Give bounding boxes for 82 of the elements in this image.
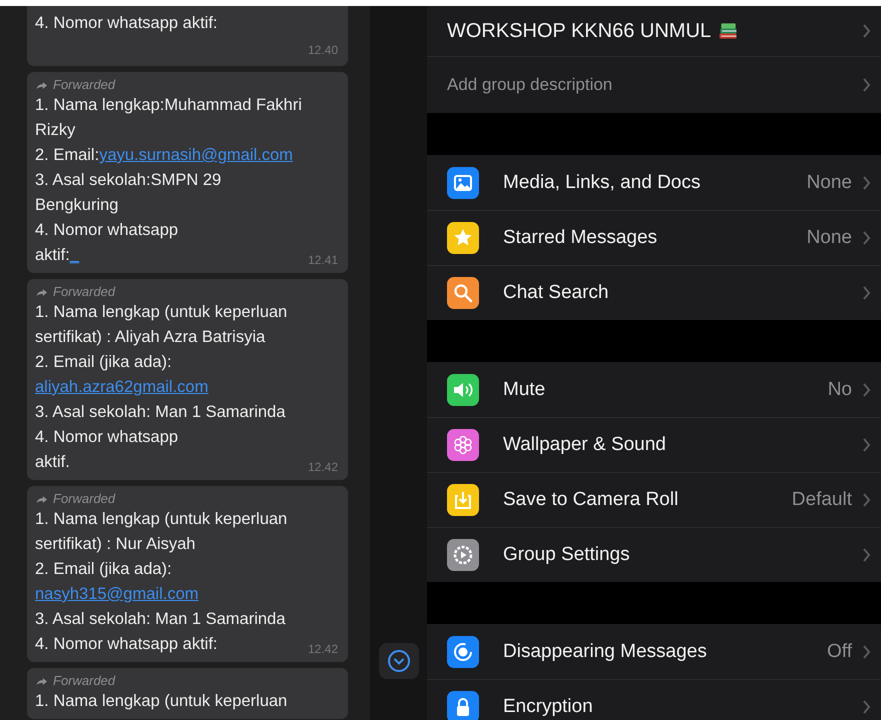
chevron-right-icon — [862, 77, 871, 93]
message-text: 1. Nama lengkap:Muhammad Fakhri — [35, 95, 302, 116]
message-text: 3. Asal sekolah:SMPN 29 — [35, 170, 222, 191]
row-label: Mute — [503, 378, 546, 400]
message-time: 12.40 — [308, 42, 338, 58]
settings-row[interactable]: Save to Camera Roll Default — [427, 472, 881, 527]
download-icon — [447, 484, 479, 516]
timer-icon — [447, 636, 479, 668]
email-link[interactable]: aliyah.azra62gmail.com — [35, 375, 208, 400]
message-text: 3. Asal sekolah: Man 1 Samarinda — [35, 609, 286, 630]
forwarded-label: Forwarded — [53, 491, 116, 507]
search-icon — [447, 277, 479, 309]
row-label: Chat Search — [503, 282, 609, 304]
message-time: 12.41 — [308, 252, 338, 268]
message-text: Bengkuring — [35, 195, 118, 216]
chevron-right-icon — [862, 699, 871, 715]
message-text: 1. Nama lengkap (untuk keperluan — [35, 509, 288, 530]
row-value: None — [806, 172, 852, 194]
message-text: 4. Nomor whatsapp aktif: — [35, 13, 218, 34]
forwarded-label: Forwarded — [53, 673, 116, 689]
message-text: 4. Nomor whatsapp — [35, 220, 178, 241]
group-description-row[interactable]: Add group description — [427, 57, 881, 113]
chevron-right-icon — [862, 382, 871, 398]
forwarded-label: Forwarded — [53, 284, 116, 300]
chevron-right-icon — [862, 644, 871, 660]
message-time: 12.42 — [308, 641, 338, 657]
settings-row[interactable]: Media, Links, and Docs None — [427, 155, 881, 210]
row-label: Encryption — [503, 696, 593, 718]
forwarded-label: Forwarded — [53, 77, 116, 93]
settings-row[interactable]: Encryption — [427, 679, 881, 720]
row-label: Media, Links, and Docs — [503, 172, 700, 194]
forward-arrow-icon — [35, 676, 48, 686]
message-text: 2. Email (jika ada): — [35, 352, 172, 373]
description-placeholder: Add group description — [447, 75, 612, 95]
message-time: 12.42 — [308, 459, 338, 475]
row-label: Save to Camera Roll — [503, 489, 678, 511]
group-name-row[interactable]: WORKSHOP KKN66 UNMUL — [427, 6, 881, 57]
chevron-right-icon — [862, 174, 871, 190]
settings-row[interactable]: Disappearing Messages Off — [427, 624, 881, 679]
chevron-right-icon — [862, 230, 871, 246]
row-label: Group Settings — [503, 544, 630, 566]
message-text: aktif. — [35, 452, 70, 473]
chevron-right-icon — [862, 285, 871, 301]
settings-row[interactable]: Wallpaper & Sound — [427, 417, 881, 472]
settings-row[interactable]: Starred Messages None — [427, 210, 881, 265]
chevron-right-icon — [862, 23, 871, 39]
gear-icon — [447, 539, 479, 571]
chevron-right-icon — [862, 437, 871, 453]
message-text: 1. Nama lengkap (untuk keperluan — [35, 691, 288, 712]
row-label: Starred Messages — [503, 227, 658, 249]
chevron-right-icon — [862, 492, 871, 508]
forward-arrow-icon — [35, 80, 48, 90]
row-value: None — [806, 227, 852, 249]
message-text: aktif: — [35, 245, 70, 266]
group-name: WORKSHOP KKN66 UNMUL — [447, 20, 712, 42]
email-link[interactable]: nasyh315@gmail.com — [35, 582, 198, 607]
forward-arrow-icon — [35, 494, 48, 504]
chevron-down-icon — [386, 649, 410, 673]
settings-row[interactable]: Mute No — [427, 362, 881, 417]
message-text: Rizky — [35, 120, 76, 141]
message-text: 3. Asal sekolah: Man 1 Samarinda — [35, 402, 286, 423]
message-text: 2. Email (jika ada): — [35, 559, 172, 580]
email-link[interactable]: _ — [70, 243, 80, 268]
forward-arrow-icon — [35, 286, 48, 298]
scroll-down-button[interactable] — [378, 643, 418, 679]
lock-icon — [447, 691, 479, 720]
email-link[interactable]: yayu.surnasih@gmail.com — [99, 143, 293, 168]
row-label: Disappearing Messages — [503, 640, 707, 662]
message-text: sertifikat) : Nur Aisyah — [35, 534, 196, 555]
row-value: No — [828, 378, 852, 400]
message-text: 2. Email: — [35, 145, 100, 166]
chevron-right-icon — [862, 547, 871, 563]
row-value: Default — [792, 489, 852, 511]
flower-icon — [447, 429, 479, 461]
speaker-icon — [447, 374, 479, 406]
row-label: Wallpaper & Sound — [503, 434, 666, 456]
message-text: 4. Nomor whatsapp — [35, 427, 178, 448]
message-text: 1. Nama lengkap (untuk keperluan — [35, 302, 288, 323]
row-value: Off — [827, 640, 852, 662]
message-text: 4. Nomor whatsapp aktif: — [35, 634, 218, 655]
message-text: sertifikat) : Aliyah Azra Batrisyia — [35, 327, 266, 348]
image-icon — [447, 166, 479, 198]
